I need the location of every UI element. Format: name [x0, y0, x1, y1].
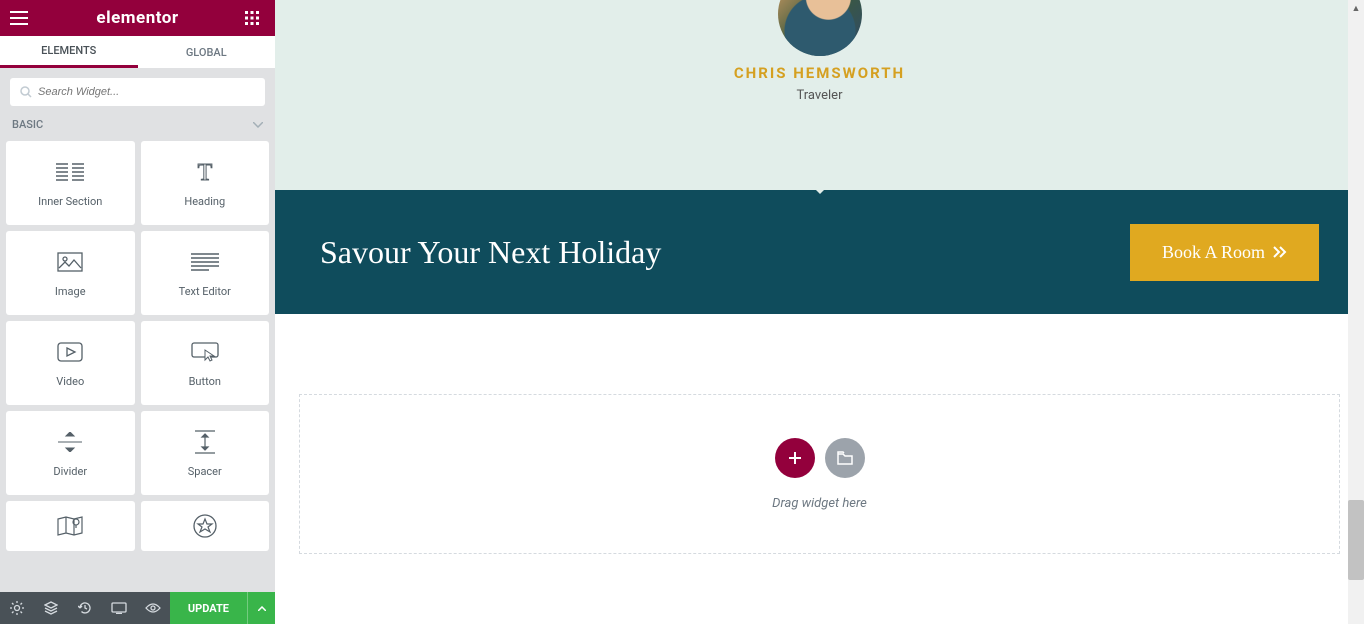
cta-heading: Savour Your Next Holiday: [320, 234, 661, 271]
add-section-area[interactable]: Drag widget here: [299, 394, 1340, 554]
spacer-icon: [195, 429, 215, 455]
cta-button-label: Book A Room: [1162, 242, 1265, 263]
panel-topbar: elementor: [0, 0, 275, 36]
widget-video[interactable]: Video: [6, 321, 135, 405]
widget-text-editor[interactable]: Text Editor: [141, 231, 270, 315]
editor-panel: elementor ELEMENTS GLOBAL BASIC: [0, 0, 275, 624]
testimonial-section[interactable]: CHRIS HEMSWORTH Traveler: [275, 0, 1364, 190]
settings-button[interactable]: [0, 592, 34, 624]
widget-google-maps[interactable]: [6, 501, 135, 551]
category-label: BASIC: [12, 118, 43, 131]
preview-canvas: CHRIS HEMSWORTH Traveler Savour Your Nex…: [275, 0, 1364, 624]
search-widget-field[interactable]: [10, 78, 265, 106]
search-icon: [20, 86, 32, 98]
text-editor-icon: [191, 249, 219, 275]
heading-icon: T: [192, 159, 218, 185]
panel-footer: UPDATE: [0, 592, 275, 624]
widget-grid: Inner Section T Heading Image: [0, 141, 275, 592]
cta-section[interactable]: Savour Your Next Holiday Book A Room: [275, 190, 1364, 314]
svg-text:T: T: [197, 161, 212, 183]
category-basic[interactable]: BASIC: [0, 106, 275, 141]
responsive-button[interactable]: [102, 592, 136, 624]
star-circle-icon: [193, 513, 217, 539]
add-section-button[interactable]: [775, 438, 815, 478]
tab-global[interactable]: GLOBAL: [138, 36, 276, 68]
columns-icon: [56, 159, 84, 185]
drag-widget-text: Drag widget here: [772, 496, 867, 511]
history-button[interactable]: [68, 592, 102, 624]
divider-icon: [58, 429, 82, 455]
menu-icon[interactable]: [10, 11, 30, 25]
widget-spacer[interactable]: Spacer: [141, 411, 270, 495]
widget-panel-icon[interactable]: [245, 11, 265, 25]
template-library-button[interactable]: [825, 438, 865, 478]
search-input[interactable]: [38, 86, 255, 98]
scrollbar-arrow-up-icon[interactable]: ▲: [1348, 0, 1364, 17]
widget-inner-section[interactable]: Inner Section: [6, 141, 135, 225]
panel-tabs: ELEMENTS GLOBAL: [0, 36, 275, 68]
widget-label: Spacer: [188, 465, 222, 478]
scrollbar-thumb[interactable]: [1348, 500, 1364, 580]
widget-button[interactable]: Button: [141, 321, 270, 405]
update-dropdown[interactable]: [247, 592, 275, 624]
navigator-button[interactable]: [34, 592, 68, 624]
widget-heading[interactable]: T Heading: [141, 141, 270, 225]
update-button[interactable]: UPDATE: [170, 592, 247, 624]
widget-label: Text Editor: [179, 285, 231, 298]
widget-label: Image: [55, 285, 86, 298]
tab-elements[interactable]: ELEMENTS: [0, 36, 138, 68]
video-icon: [57, 339, 83, 365]
preview-button[interactable]: [136, 592, 170, 624]
widget-image[interactable]: Image: [6, 231, 135, 315]
widget-divider[interactable]: Divider: [6, 411, 135, 495]
widget-icon[interactable]: [141, 501, 270, 551]
widget-label: Heading: [184, 195, 225, 208]
image-icon: [57, 249, 83, 275]
widget-label: Video: [56, 375, 84, 388]
testimonial-role: Traveler: [275, 88, 1364, 103]
logo-text: elementor: [96, 8, 178, 28]
book-room-button[interactable]: Book A Room: [1130, 224, 1319, 281]
avatar: [778, 0, 862, 56]
widget-label: Divider: [53, 465, 87, 478]
testimonial-name: CHRIS HEMSWORTH: [275, 64, 1364, 82]
chevron-double-right-icon: [1273, 246, 1287, 258]
map-icon: [57, 513, 83, 539]
widget-label: Button: [189, 375, 221, 388]
widget-label: Inner Section: [38, 195, 102, 208]
chevron-down-icon: [253, 122, 263, 128]
button-icon: [191, 339, 219, 365]
